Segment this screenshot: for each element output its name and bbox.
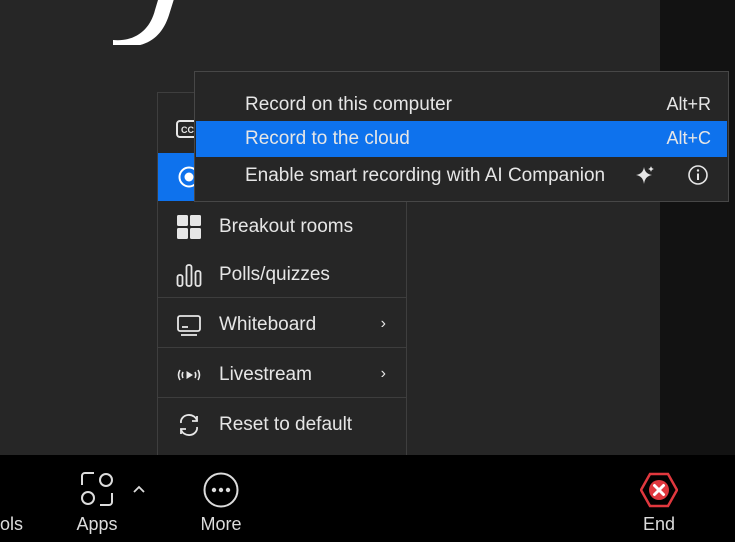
reset-to-default-label: Reset to default bbox=[219, 414, 353, 435]
breakout-rooms-label: Breakout rooms bbox=[219, 216, 354, 237]
chevron-right-icon: › bbox=[380, 315, 386, 332]
shortcut-alt-c: Alt+C bbox=[666, 128, 711, 148]
record-on-this-computer-item[interactable]: Record on this computer Alt+R bbox=[196, 87, 727, 123]
breakout-rooms-menu-item[interactable]: Breakout rooms bbox=[158, 203, 406, 251]
shared-content-logo-fragment bbox=[113, 0, 174, 45]
side-panel-edge bbox=[660, 0, 735, 455]
polls-quizzes-menu-item[interactable]: Polls/quizzes bbox=[158, 251, 406, 299]
record-submenu: Record on this computer Alt+R Record to … bbox=[194, 71, 729, 202]
sparkle-icon bbox=[636, 166, 654, 184]
reset-to-default-menu-item[interactable]: Reset to default bbox=[158, 401, 406, 449]
livestream-label: Livestream bbox=[219, 364, 312, 385]
chevron-right-icon: › bbox=[380, 365, 386, 382]
end-icon bbox=[640, 472, 678, 508]
more-button[interactable]: More bbox=[190, 455, 252, 542]
polls-quizzes-label: Polls/quizzes bbox=[219, 264, 330, 285]
record-to-the-cloud-item[interactable]: Record to the cloud Alt+C bbox=[196, 121, 727, 157]
chevron-up-icon[interactable] bbox=[132, 484, 146, 494]
tools-button[interactable]: ols bbox=[0, 455, 30, 542]
meeting-toolbar: ols Apps More End bbox=[0, 455, 735, 542]
whiteboard-menu-item[interactable]: Whiteboard › bbox=[158, 301, 406, 349]
tools-label: ols bbox=[0, 514, 24, 534]
apps-label: Apps bbox=[76, 514, 118, 534]
end-button[interactable]: End bbox=[630, 455, 688, 542]
enable-smart-recording-item[interactable]: Enable smart recording with AI Companion bbox=[196, 158, 727, 194]
more-label: More bbox=[200, 514, 242, 534]
shortcut-alt-r: Alt+R bbox=[666, 94, 711, 114]
enable-smart-recording-label: Enable smart recording with AI Companion bbox=[245, 165, 606, 186]
whiteboard-label: Whiteboard bbox=[219, 314, 317, 335]
menu-divider bbox=[158, 297, 406, 298]
record-to-the-cloud-label: Record to the cloud bbox=[245, 128, 410, 149]
record-on-this-computer-label: Record on this computer bbox=[245, 94, 452, 115]
reset-icon bbox=[180, 414, 198, 436]
menu-divider bbox=[158, 347, 406, 348]
livestream-icon bbox=[177, 369, 201, 381]
apps-button[interactable]: Apps bbox=[66, 455, 128, 542]
whiteboard-icon bbox=[177, 315, 201, 336]
apps-icon bbox=[81, 472, 113, 506]
livestream-menu-item[interactable]: Livestream › bbox=[158, 351, 406, 399]
polls-icon bbox=[176, 264, 202, 287]
svg-text:CC: CC bbox=[181, 125, 194, 135]
menu-divider bbox=[158, 397, 406, 398]
end-label: End bbox=[642, 514, 676, 534]
more-icon bbox=[203, 472, 239, 508]
breakout-rooms-icon bbox=[177, 215, 201, 239]
info-icon[interactable] bbox=[687, 164, 709, 186]
